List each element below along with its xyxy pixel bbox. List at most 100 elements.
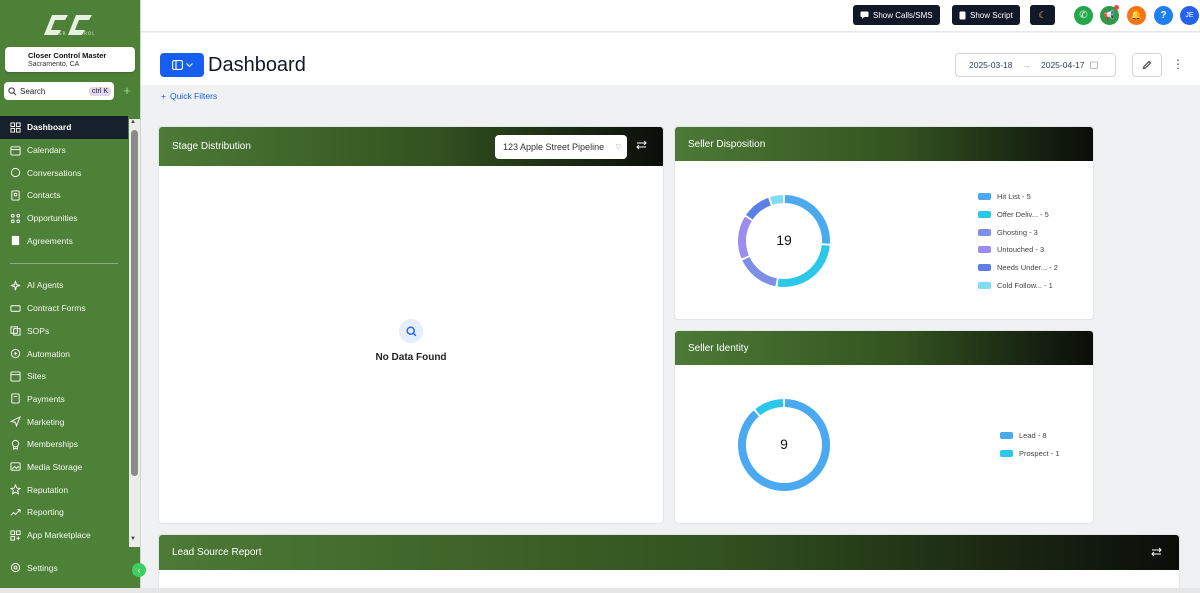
legend-swatch: [978, 193, 991, 201]
show-calls-button[interactable]: Show Calls/SMS: [853, 5, 940, 25]
forms-icon: [10, 304, 21, 312]
location-switcher[interactable]: Closer Control Master Sacramento, CA: [5, 47, 135, 72]
sidebar-item-contacts[interactable]: Contacts: [0, 184, 128, 207]
document-icon: [11, 236, 20, 246]
sidebar-item-contract-forms[interactable]: Contract Forms: [0, 297, 128, 320]
seller-identity-title: Seller Identity: [688, 342, 749, 354]
sidebar-item-label: Media Storage: [27, 461, 83, 472]
sidebar-item-label: App Marketplace: [27, 530, 91, 541]
sidebar-item-label: Reporting: [27, 507, 64, 518]
sidebar-item-label: Calendars: [27, 145, 66, 156]
membership-icon: [11, 439, 20, 450]
sidebar-item-label: Conversations: [27, 167, 82, 178]
location-city: Sacramento, CA: [28, 61, 80, 68]
sidebar-item-label: Contacts: [27, 190, 61, 201]
sidebar-item-reputation[interactable]: Reputation: [0, 478, 128, 501]
no-data-message: No Data Found: [375, 352, 447, 363]
donut-slice-2[interactable]: [742, 256, 778, 287]
legend-item[interactable]: Offer Deliv... - 5: [978, 206, 1058, 224]
quick-add-icon[interactable]: +: [121, 84, 133, 98]
show-script-button[interactable]: Show Script: [952, 5, 1020, 25]
seller-disposition-legend: Hit List - 5 Offer Deliv... - 5 Ghosting -…: [978, 188, 1058, 294]
search-icon: [8, 86, 17, 95]
settings-label: Settings: [27, 562, 58, 573]
collapse-sidebar-icon[interactable]: ‹: [132, 563, 146, 577]
lead-source-header: Lead Source Report: [159, 535, 1179, 570]
sidebar-item-label: Reputation: [27, 484, 69, 495]
phone-icon: ✆: [1079, 10, 1088, 21]
dashboard-switcher-button[interactable]: [160, 53, 204, 77]
legend-item[interactable]: Prospect - 1: [1000, 445, 1059, 463]
user-avatar[interactable]: JE: [1180, 6, 1199, 25]
legend-label: Ghosting - 3: [997, 227, 1038, 237]
sidebar-item-automation[interactable]: Automation: [0, 342, 128, 365]
donut-slice-1[interactable]: [755, 399, 784, 416]
seller-identity-card: Seller Identity 9 Lead - 8 Prospect - 1: [675, 331, 1093, 523]
dark-mode-button[interactable]: ☾: [1030, 5, 1055, 25]
sidebar-item-opportunities[interactable]: Opportunities: [0, 207, 128, 230]
phone-button[interactable]: ✆: [1074, 6, 1093, 25]
calendar-icon: [10, 145, 21, 156]
moon-icon: ☾: [1038, 9, 1047, 20]
legend-label: Needs Under... - 2: [997, 263, 1058, 273]
legend-swatch: [1000, 432, 1013, 440]
more-options-icon[interactable]: ⋮: [1172, 57, 1184, 71]
sops-icon: [10, 326, 21, 336]
scroll-down-icon[interactable]: ▼: [130, 536, 136, 542]
swap-icon[interactable]: [636, 140, 647, 150]
sidebar-item-label: Sites: [27, 371, 46, 382]
donut-slice-5[interactable]: [770, 195, 784, 205]
legend-item[interactable]: Hit List - 5: [978, 188, 1058, 206]
scroll-up-icon[interactable]: ▲: [130, 119, 136, 125]
quick-filters-link[interactable]: + Quick Filters: [161, 91, 217, 101]
marketplace-icon: [10, 529, 21, 541]
megaphone-icon: 📢: [1103, 10, 1116, 20]
bell-icon: 🔔: [1130, 10, 1143, 20]
date-range-picker[interactable]: 2025-03-18 → 2025-04-17: [955, 53, 1116, 77]
legend-item[interactable]: Cold Follow... - 1: [978, 276, 1058, 294]
search-label: Search: [20, 86, 46, 96]
sidebar-item-sites[interactable]: Sites: [0, 365, 128, 388]
legend-item[interactable]: Needs Under... - 2: [978, 259, 1058, 277]
help-button[interactable]: ?: [1154, 6, 1173, 25]
sidebar-item-reporting[interactable]: Reporting: [0, 501, 128, 524]
legend-item[interactable]: Untouched - 3: [978, 241, 1058, 259]
sidebar-item-sops[interactable]: SOPs: [0, 320, 128, 343]
seller-identity-legend: Lead - 8 Prospect - 1: [1000, 427, 1059, 462]
sidebar-item-app-marketplace[interactable]: App Marketplace: [0, 524, 128, 547]
legend-item[interactable]: Lead - 8: [1000, 427, 1059, 445]
sidebar-item-dashboard[interactable]: Dashboard: [0, 116, 128, 139]
sidebar-item-calendars[interactable]: Calendars: [0, 139, 128, 162]
pipeline-select[interactable]: 123 Apple Street Pipeline ▽: [495, 135, 627, 159]
search-box[interactable]: Search ctrl K: [4, 82, 114, 100]
contacts-icon: [11, 190, 20, 201]
sidebar-item-payments[interactable]: Payments: [0, 388, 128, 411]
sidebar-scroll-thumb[interactable]: [131, 130, 138, 476]
stage-distribution-header: Stage Distribution 123 Apple Street Pipe…: [159, 127, 663, 166]
show-script-label: Show Script: [970, 10, 1013, 20]
legend-swatch: [978, 246, 991, 254]
swap-icon[interactable]: [1151, 547, 1162, 557]
image-icon: [10, 462, 21, 472]
sidebar-item-conversations[interactable]: Conversations: [0, 161, 128, 184]
pencil-icon: [1142, 60, 1152, 70]
sidebar-item-label: Automation: [27, 348, 70, 359]
sidebar-item-agreements[interactable]: Agreements: [0, 229, 128, 252]
edit-dashboard-button[interactable]: [1132, 53, 1162, 77]
sidebar-item-settings[interactable]: Settings: [10, 562, 58, 573]
donut-slice-1[interactable]: [777, 244, 830, 287]
sidebar-item-ai-agents[interactable]: AI Agents: [0, 274, 128, 297]
sidebar-item-media-storage[interactable]: Media Storage: [0, 456, 128, 479]
legend-label: Prospect - 1: [1019, 449, 1060, 459]
seller-disposition-card: Seller Disposition 19 Hit List - 5 Offer …: [675, 127, 1093, 319]
sidebar-item-memberships[interactable]: Memberships: [0, 433, 128, 456]
legend-label: Hit List - 5: [997, 192, 1031, 202]
notifications-button[interactable]: 🔔: [1127, 6, 1146, 25]
legend-swatch: [978, 264, 991, 272]
legend-swatch: [978, 228, 991, 236]
chevron-down-icon: [185, 62, 193, 67]
opportunities-icon: [10, 213, 21, 223]
sidebar-item-marketing[interactable]: Marketing: [0, 410, 128, 433]
donut-slice-4[interactable]: [746, 197, 772, 220]
legend-item[interactable]: Ghosting - 3: [978, 223, 1058, 241]
